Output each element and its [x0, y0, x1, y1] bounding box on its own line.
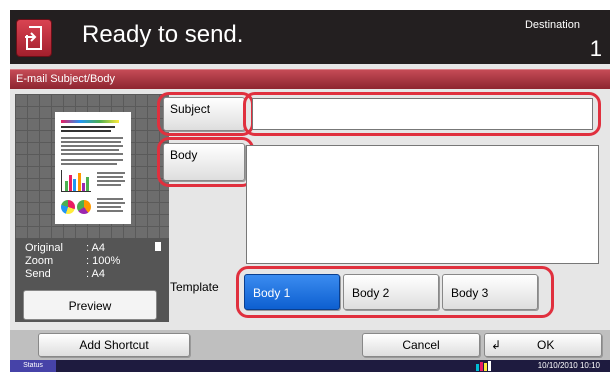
body-field[interactable] [246, 145, 599, 264]
pie-chart-icon [77, 200, 91, 214]
send-document-icon [25, 26, 42, 50]
document-thumbnail [55, 112, 131, 224]
template-label: Template [170, 280, 219, 294]
preview-button[interactable]: Preview [23, 290, 157, 320]
zoom-info: Zoom : 100% [25, 255, 121, 267]
template-body-2-button[interactable]: Body 2 [343, 274, 439, 310]
preview-grid [15, 94, 169, 238]
ok-button[interactable]: ↲ OK [484, 333, 602, 357]
top-bar: Ready to send. Destination 1 [10, 10, 610, 64]
template-body-3-button[interactable]: Body 3 [442, 274, 538, 310]
destination-count: 1 [589, 36, 602, 61]
preview-area: Original : A4 Zoom : 100% Send : A4 Prev… [15, 94, 169, 322]
send-home-button[interactable] [16, 19, 52, 57]
subject-button[interactable]: Subject [163, 97, 245, 131]
page-title: Ready to send. [82, 21, 244, 48]
send-info: Send : A4 [25, 268, 105, 280]
toner-level-icon [476, 361, 494, 371]
body-button[interactable]: Body [163, 143, 245, 181]
pie-chart-icon [61, 200, 75, 214]
panel-title: E-mail Subject/Body [16, 73, 116, 85]
status-bar: Status 10/10/2010 10:10 [10, 360, 610, 372]
bar-chart-icon [61, 170, 91, 192]
panel-header: E-mail Subject/Body [10, 69, 610, 89]
page-icon [155, 242, 161, 251]
subject-field[interactable] [252, 98, 593, 130]
original-info: Original : A4 [15, 242, 169, 254]
cancel-button[interactable]: Cancel [362, 333, 480, 357]
destination-label: Destination [524, 19, 580, 31]
status-button[interactable]: Status [10, 360, 56, 372]
main-panel: E-mail Subject/Body Original: A4 Zoom:… [10, 64, 610, 330]
enter-icon: ↲ [491, 338, 502, 352]
template-body-1-button[interactable]: Body 1 [244, 274, 340, 310]
add-shortcut-button[interactable]: Add Shortcut [38, 333, 190, 357]
datetime: 10/10/2010 10:10 [537, 361, 600, 370]
bottom-bar: Add Shortcut Cancel ↲ OK [10, 330, 610, 360]
